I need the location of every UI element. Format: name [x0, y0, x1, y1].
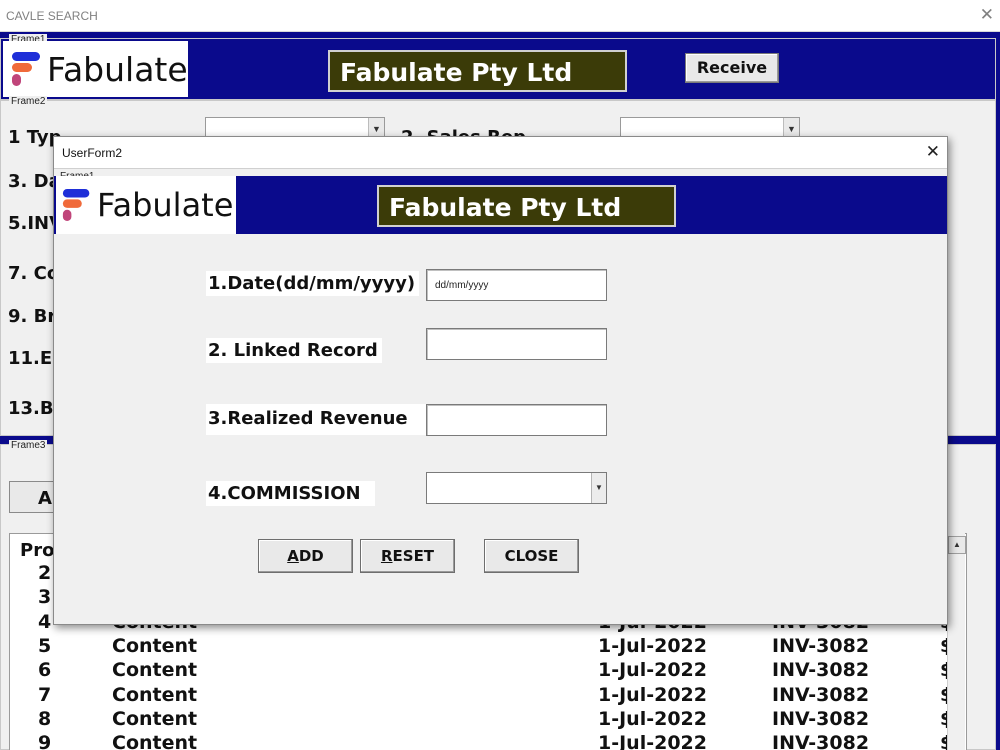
cell-inv: INV-3082	[772, 659, 870, 682]
commission-label: 4.COMMISSION	[206, 481, 375, 506]
linked-record-label: 2. Linked Record	[206, 338, 382, 363]
field-label-co: 7. Co	[8, 263, 60, 284]
receive-button[interactable]: Receive	[685, 53, 779, 83]
realized-revenue-input[interactable]	[426, 404, 607, 436]
cell-name: Content	[112, 707, 198, 730]
window-close-icon[interactable]: ✕	[980, 5, 994, 25]
realized-revenue-label: 3.Realized Revenue	[206, 404, 426, 435]
cell-num: 5	[38, 634, 52, 657]
cell-name: Content	[112, 683, 198, 706]
results-frame-caption: Frame3	[9, 440, 48, 451]
close-button[interactable]: CLOSE	[484, 539, 579, 573]
cell-date: 1-Jul-2022	[598, 732, 707, 750]
cell-name: Content	[112, 732, 198, 750]
dialog-header-frame: Frame1 Fabulate Fabulate Pty Ltd	[54, 171, 947, 234]
add-button[interactable]: ADD	[258, 539, 353, 573]
userform2-dialog: UserForm2 ✕ Frame1 Fabulate Fabulate Pty…	[53, 136, 948, 625]
scroll-up-icon[interactable]: ▲	[948, 536, 966, 554]
cell-num: 3	[38, 586, 52, 609]
cell-inv: INV-3082	[772, 707, 870, 730]
outer-titlebar: CAVLE SEARCH ✕	[0, 0, 1000, 32]
cell-date: 1-Jul-2022	[598, 683, 707, 706]
dialog-close-icon[interactable]: ✕	[926, 142, 940, 162]
cell-date: 1-Jul-2022	[598, 659, 707, 682]
dialog-company-name-box: Fabulate Pty Ltd	[377, 185, 676, 227]
window-title: CAVLE SEARCH	[6, 9, 98, 23]
commission-select[interactable]: ▼	[426, 472, 607, 504]
table-row[interactable]: 5Content1-Jul-2022INV-3082$	[10, 634, 953, 659]
dialog-titlebar: UserForm2 ✕	[54, 137, 947, 169]
cell-date: 1-Jul-2022	[598, 634, 707, 657]
date-input[interactable]	[426, 269, 607, 301]
dialog-title: UserForm2	[62, 146, 123, 160]
header-frame: Frame1 Fabulate Fabulate Pty Ltd Receive	[0, 34, 996, 100]
cell-inv: INV-3082	[772, 732, 870, 750]
table-row[interactable]: 6Content1-Jul-2022INV-3082$	[10, 659, 953, 683]
cell-inv: INV-3082	[772, 683, 870, 706]
table-row[interactable]: 8Content1-Jul-2022INV-3082$	[10, 707, 953, 732]
cell-num: 6	[38, 659, 52, 682]
date-label: 1.Date(dd/mm/yyyy)	[206, 271, 420, 296]
cell-num: 8	[38, 707, 52, 730]
chevron-down-icon: ▼	[591, 473, 606, 503]
fabulate-logo-icon	[62, 188, 90, 222]
cell-num: 4	[38, 610, 52, 633]
dialog-logo: Fabulate	[56, 176, 236, 234]
cell-num: 7	[38, 683, 52, 706]
logo-text: Fabulate	[47, 49, 188, 89]
cell-name: Content	[112, 634, 198, 657]
cell-num: 9	[38, 732, 52, 750]
search-frame-caption: Frame2	[9, 96, 48, 107]
logo: Fabulate	[3, 41, 188, 97]
list-scrollbar[interactable]: ▲	[947, 532, 966, 750]
table-row[interactable]: 7Content1-Jul-2022INV-3082$	[10, 683, 953, 708]
cell-name: Content	[112, 659, 198, 682]
cell-date: 1-Jul-2022	[598, 707, 707, 730]
dialog-logo-text: Fabulate	[97, 186, 234, 224]
cell-num: 2	[38, 562, 52, 584]
fabulate-logo-icon	[12, 52, 40, 86]
cell-inv: INV-3082	[772, 634, 870, 657]
linked-record-input[interactable]	[426, 328, 607, 360]
company-name-box: Fabulate Pty Ltd	[328, 50, 627, 92]
table-row[interactable]: 9Content1-Jul-2022INV-3082$	[10, 732, 953, 750]
reset-button[interactable]: RESET	[360, 539, 455, 573]
